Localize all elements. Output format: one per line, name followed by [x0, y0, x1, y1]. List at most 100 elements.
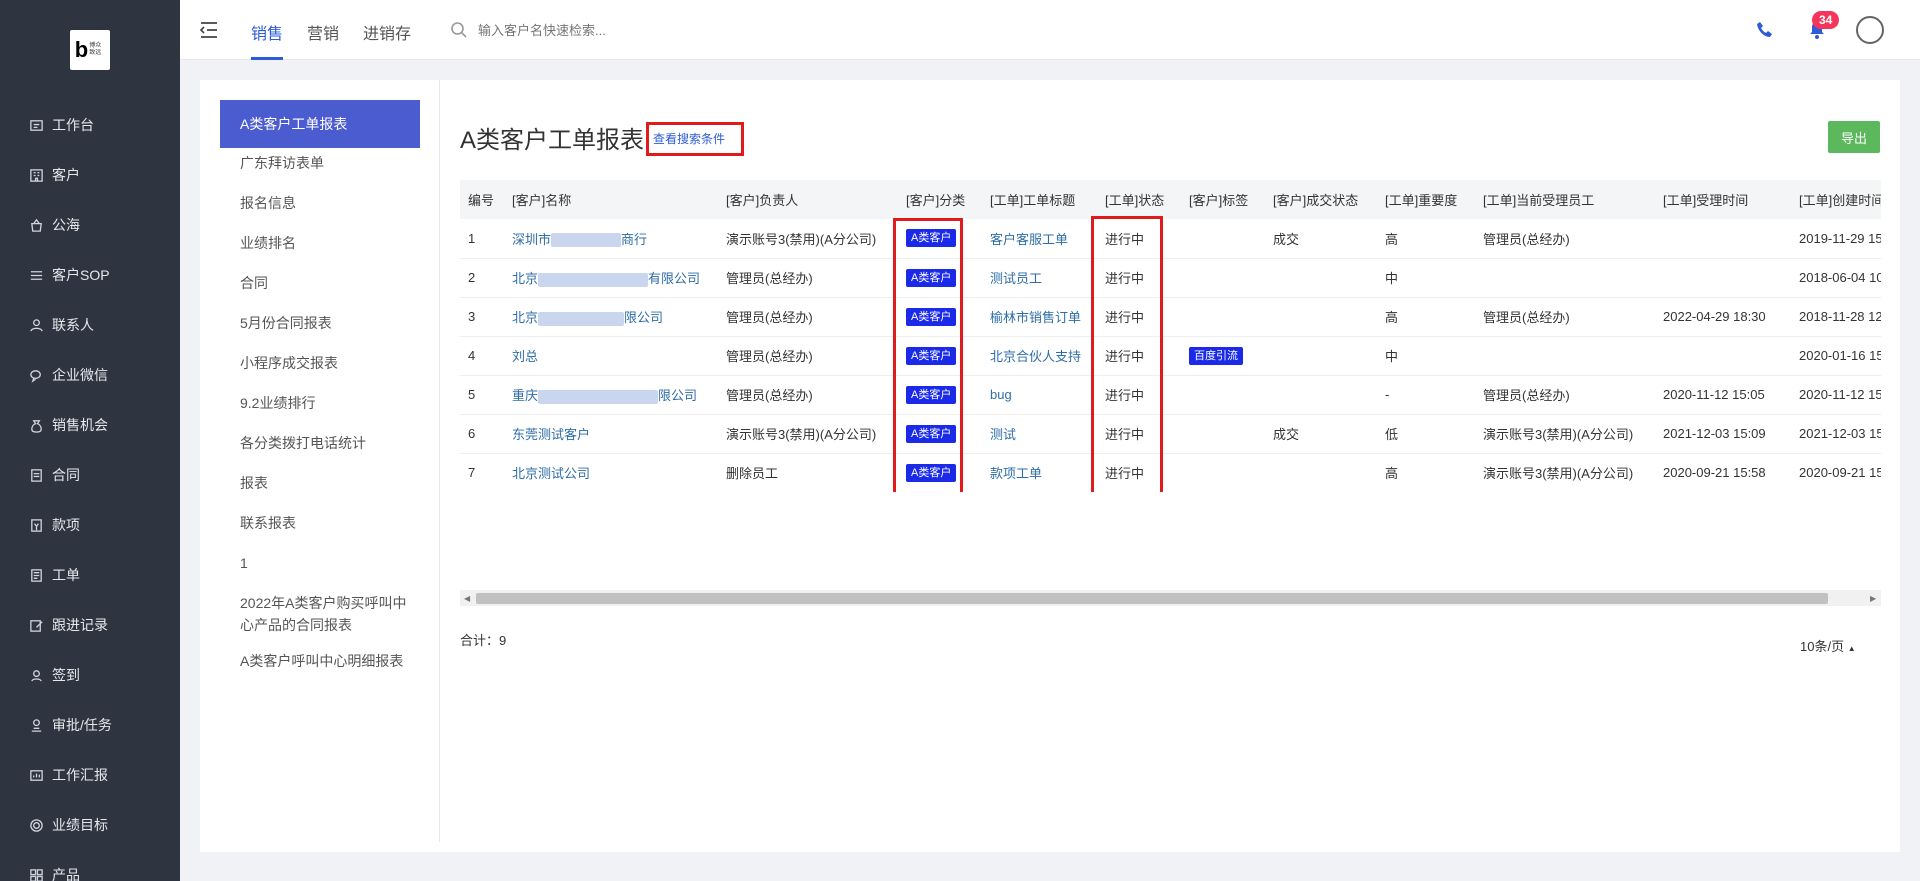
- scroll-thumb[interactable]: [476, 593, 1828, 604]
- nav-item-13[interactable]: 工作汇报: [28, 765, 108, 785]
- column-header[interactable]: [工单]状态: [1097, 180, 1181, 219]
- cell-tag: [1181, 375, 1265, 415]
- report-list-item[interactable]: 5月份合同报表: [220, 312, 420, 334]
- handler: 演示账号3(禁用)(A分公司): [1483, 466, 1634, 481]
- cell-ticket-title[interactable]: 北京合伙人支持: [982, 336, 1097, 376]
- cell-create-time: 2018-11-28 12: [1791, 297, 1881, 337]
- column-header[interactable]: 编号: [460, 180, 504, 219]
- nav-item-11[interactable]: 签到: [28, 665, 80, 685]
- cell-category: A类客户: [898, 297, 982, 337]
- nav-item-label: 销售机会: [52, 417, 108, 433]
- report-list-item[interactable]: 小程序成交报表: [220, 352, 420, 374]
- column-header[interactable]: [客户]分类: [898, 180, 982, 219]
- tab-marketing[interactable]: 营销: [307, 20, 339, 44]
- row-number: 2: [468, 270, 476, 285]
- report-list-item[interactable]: 9.2业绩排行: [220, 392, 420, 414]
- menu-fold-icon[interactable]: [198, 20, 220, 40]
- report-list-item[interactable]: A类客户呼叫中心明细报表: [220, 650, 420, 672]
- nav-item-6[interactable]: 销售机会: [28, 415, 108, 435]
- table-row[interactable]: 1 深圳市 商行 演示账号3(禁用)(A分公司) A类客户 客户客服工单 进行中 成交 高 管理员…: [460, 219, 1881, 259]
- importance: 中: [1385, 271, 1399, 286]
- nav-item-4[interactable]: 联系人: [28, 315, 94, 335]
- page-size-select[interactable]: 10条/页 ▲: [1800, 636, 1856, 655]
- report-list-item[interactable]: 报表: [220, 472, 420, 494]
- nav-item-3[interactable]: 客户SOP: [28, 265, 110, 285]
- column-header[interactable]: [工单]重要度: [1377, 180, 1475, 219]
- report-list-item[interactable]: 2022年A类客户购买呼叫中心产品的合同报表: [220, 592, 420, 636]
- report-list: A类客户工单报表广东拜访表单 报名信息业绩排名合同 5月份合同报表 小程序成交报表 9.…: [200, 80, 440, 842]
- nav-item-8[interactable]: 款项: [28, 515, 80, 535]
- table-row[interactable]: 5 重庆 限公司 管理员(总经办) A类客户 bug 进行中 - 管理员(总经办) 2020-11…: [460, 375, 1881, 415]
- table-row[interactable]: 7 北京测试公司 删除员工 A类客户 款项工单 进行中 高 演示账号3(禁用)(A分公司) 20…: [460, 453, 1881, 492]
- cell-customer-name[interactable]: 东莞测试客户: [504, 414, 718, 454]
- contract-icon: [28, 467, 44, 483]
- nav-item-label: 客户SOP: [52, 267, 110, 283]
- nav-item-0[interactable]: 工作台: [28, 115, 94, 135]
- column-header[interactable]: [客户]名称: [504, 180, 718, 219]
- horizontal-scrollbar[interactable]: ◀ ▶: [460, 590, 1881, 606]
- importance: 中: [1385, 349, 1399, 364]
- cell-ticket-title[interactable]: 榆林市销售订单: [982, 297, 1097, 337]
- table-row[interactable]: 6 东莞测试客户 演示账号3(禁用)(A分公司) A类客户 测试 进行中 成交 低 演示账号3(…: [460, 414, 1881, 454]
- redacted-text: [538, 311, 625, 326]
- column-header[interactable]: [客户]标签: [1181, 180, 1265, 219]
- row-number: 1: [468, 230, 476, 246]
- cell-ticket-title[interactable]: bug: [982, 375, 1097, 415]
- cell-customer-name[interactable]: 深圳市 商行: [504, 219, 718, 259]
- view-search-conditions-link[interactable]: 查看搜索条件: [646, 122, 744, 156]
- report-list-item[interactable]: 合同: [220, 272, 420, 294]
- tab-inventory[interactable]: 进销存: [363, 20, 411, 44]
- cell-category: A类客户: [898, 258, 982, 298]
- report-list-item[interactable]: A类客户工单报表: [220, 100, 420, 148]
- left-nav: b 博众致远 工作台客户公海客户SOP 联系人企业微信销售机会合同款项工单跟进记录…: [0, 0, 180, 881]
- nav-item-1[interactable]: 客户: [28, 165, 80, 185]
- accept-time: 2020-09-21 15:58: [1663, 465, 1766, 480]
- customer-name-start: 重庆: [512, 388, 539, 403]
- cell-ticket-title[interactable]: 测试员工: [982, 258, 1097, 298]
- cell-importance: 中: [1377, 258, 1475, 298]
- category-tag: A类客户: [906, 229, 957, 248]
- export-button[interactable]: 导出: [1828, 121, 1880, 153]
- nav-item-12[interactable]: 审批/任务: [28, 715, 112, 735]
- nav-item-10[interactable]: 跟进记录: [28, 615, 108, 635]
- tab-sales[interactable]: 销售: [251, 20, 283, 44]
- scroll-right-icon[interactable]: ▶: [1870, 594, 1876, 603]
- category-tag: A类客户: [906, 346, 957, 365]
- column-header[interactable]: [客户]成交状态: [1265, 180, 1377, 219]
- phone-icon[interactable]: [1755, 20, 1775, 40]
- column-header[interactable]: [客户]负责人: [718, 180, 898, 219]
- report-list-item[interactable]: 报名信息: [220, 192, 420, 214]
- nav-item-15[interactable]: 产品: [28, 865, 80, 881]
- logo[interactable]: b 博众致远: [70, 30, 110, 70]
- nav-item-5[interactable]: 企业微信: [28, 365, 108, 385]
- report-list-item[interactable]: 广东拜访表单: [220, 152, 420, 174]
- scroll-left-icon[interactable]: ◀: [464, 594, 470, 603]
- report-list-item[interactable]: 1: [220, 552, 420, 574]
- table-row[interactable]: 4 刘总 管理员(总经办) A类客户 北京合伙人支持 进行中 百度引流 中 2020-01-16…: [460, 336, 1881, 376]
- nav-item-14[interactable]: 业绩目标: [28, 815, 108, 835]
- nav-item-2[interactable]: 公海: [28, 215, 80, 235]
- cell-customer-name[interactable]: 北京 有限公司: [504, 258, 718, 298]
- cell-customer-name[interactable]: 北京 限公司: [504, 297, 718, 337]
- report-list-item[interactable]: 各分类拨打电话统计: [220, 432, 420, 454]
- report-list-item[interactable]: 业绩排名: [220, 232, 420, 254]
- cell-ticket-title[interactable]: 测试: [982, 414, 1097, 454]
- cell-customer-name[interactable]: 刘总: [504, 336, 718, 376]
- table-row[interactable]: 2 北京 有限公司 管理员(总经办) A类客户 测试员工 进行中 中 2018-06-04 10: [460, 258, 1881, 298]
- column-header[interactable]: [工单]创建时间: [1791, 180, 1881, 219]
- cell-ticket-title[interactable]: 款项工单: [982, 453, 1097, 492]
- cell-customer-name[interactable]: 重庆 限公司: [504, 375, 718, 415]
- column-header[interactable]: [工单]当前受理员工: [1475, 180, 1655, 219]
- category-tag: A类客户: [906, 463, 957, 482]
- nav-item-7[interactable]: 合同: [28, 465, 80, 485]
- cell-customer-name[interactable]: 北京测试公司: [504, 453, 718, 492]
- column-header[interactable]: [工单]受理时间: [1655, 180, 1791, 219]
- table-row[interactable]: 3 北京 限公司 管理员(总经办) A类客户 榆林市销售订单 进行中 高 管理员(总经办) 202…: [460, 297, 1881, 337]
- column-header[interactable]: [工单]工单标题: [982, 180, 1097, 219]
- cell-ticket-title[interactable]: 客户客服工单: [982, 219, 1097, 259]
- customer-name-start: 刘总: [512, 349, 539, 364]
- customer-search-input[interactable]: [478, 18, 778, 42]
- avatar[interactable]: [1856, 16, 1884, 44]
- nav-item-9[interactable]: 工单: [28, 565, 80, 585]
- report-list-item[interactable]: 联系报表: [220, 512, 420, 534]
